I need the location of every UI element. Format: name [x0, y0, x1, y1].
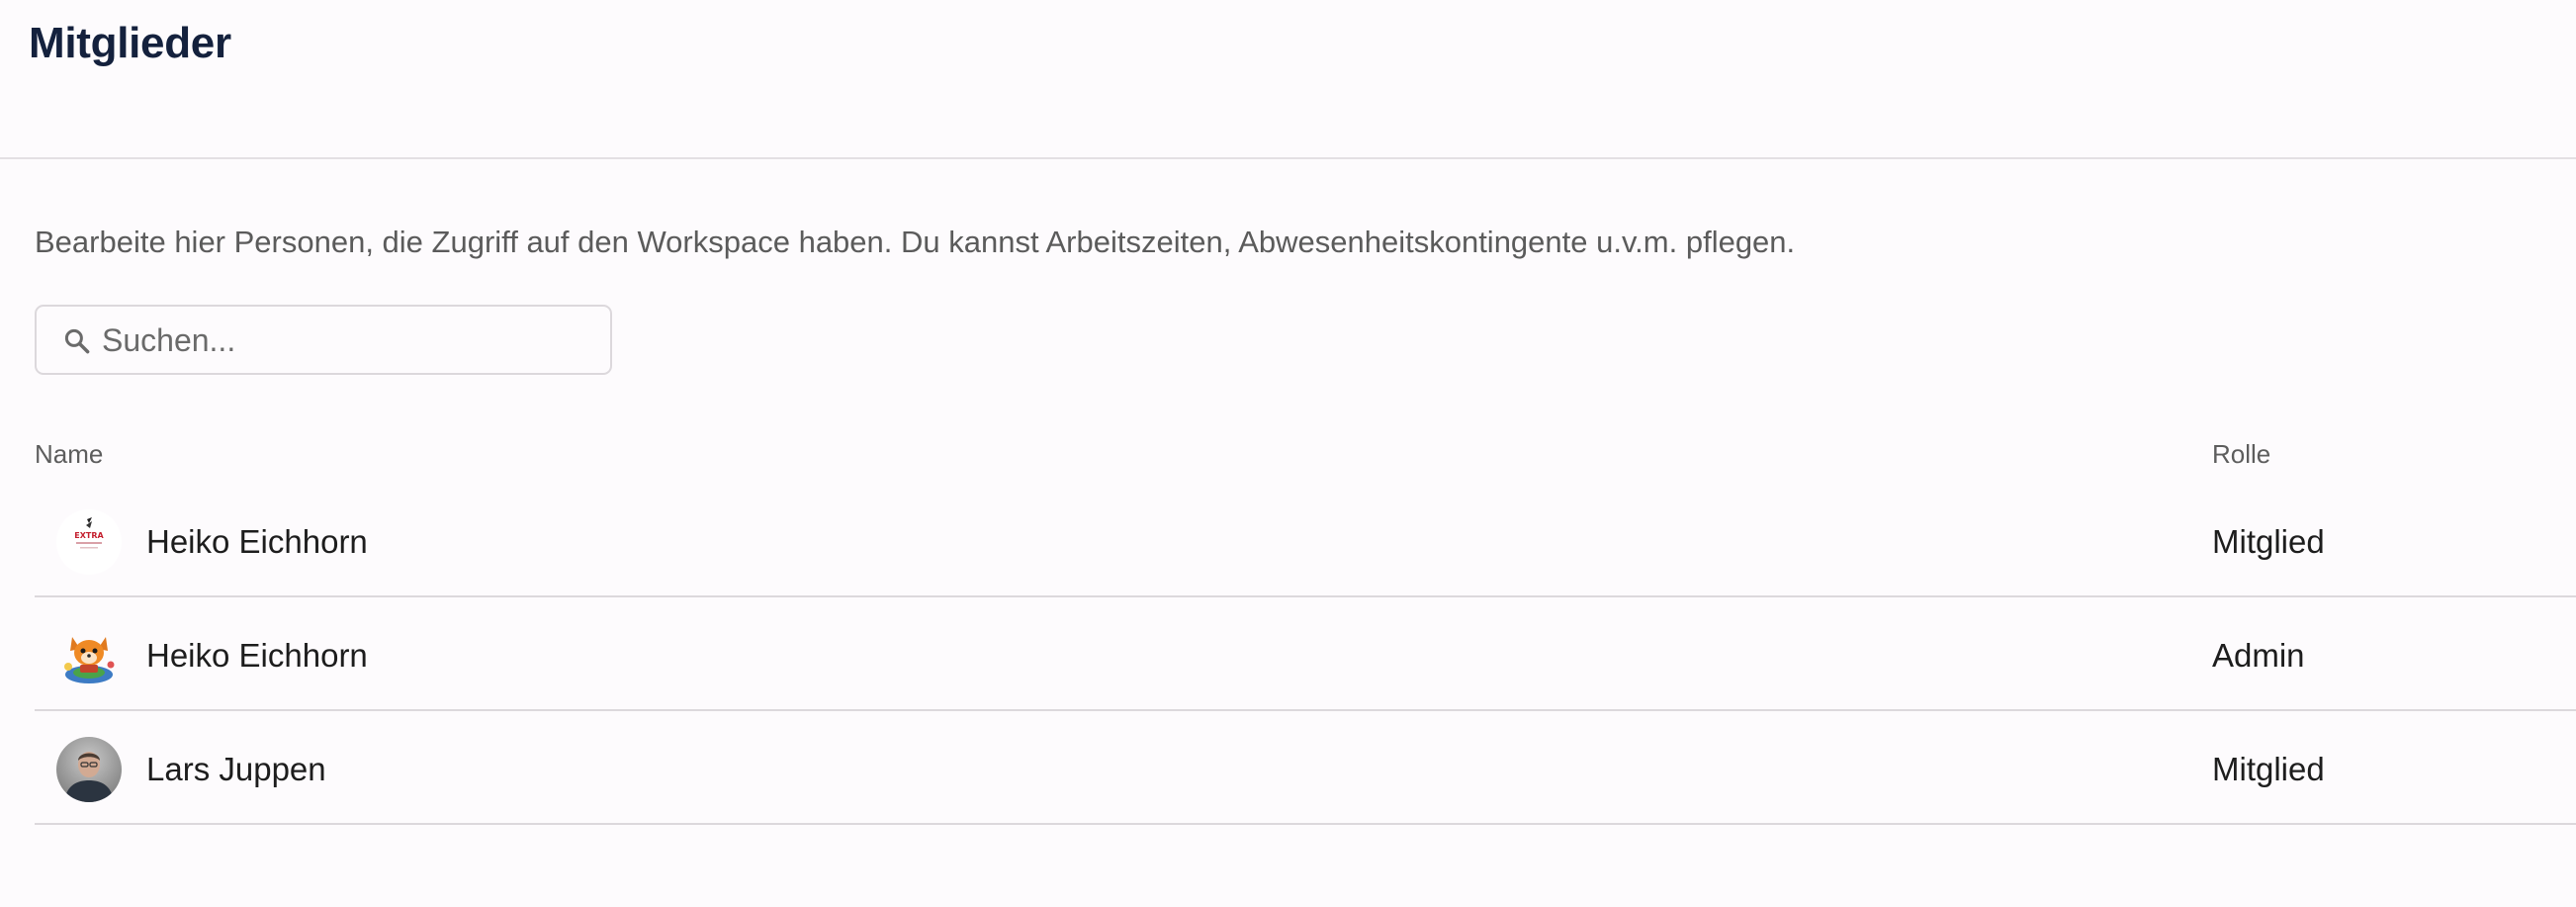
search-box[interactable]	[35, 305, 612, 375]
page-title: Mitglieder	[29, 19, 231, 67]
table-row[interactable]: Heiko Eichhorn Admin	[35, 599, 2576, 711]
search-icon	[64, 328, 90, 354]
search-input[interactable]	[102, 317, 596, 364]
avatar	[56, 737, 122, 802]
page-description: Bearbeite hier Personen, die Zugriff auf…	[35, 225, 1796, 259]
member-role: Mitglied	[2212, 523, 2325, 560]
header-divider	[0, 157, 2576, 159]
table-row[interactable]: Lars Juppen Mitglied	[35, 713, 2576, 825]
avatar	[56, 623, 122, 688]
table-row[interactable]: EXTRA Heiko Eichhorn Mitglied	[35, 486, 2576, 597]
members-page: Mitglieder Bearbeite hier Personen, die …	[0, 0, 2576, 907]
fox-illustration-avatar-icon	[56, 623, 122, 688]
column-header-role[interactable]: Rolle	[2212, 439, 2270, 469]
avatar: EXTRA	[56, 509, 122, 575]
member-name: Lars Juppen	[146, 751, 326, 787]
photo-avatar-icon	[56, 737, 122, 802]
member-name: Heiko Eichhorn	[146, 523, 368, 560]
column-header-name[interactable]: Name	[35, 439, 103, 469]
member-name: Heiko Eichhorn	[146, 637, 368, 674]
member-role: Mitglied	[2212, 751, 2325, 787]
svg-text:EXTRA: EXTRA	[74, 531, 104, 540]
extra-logo-avatar-icon: EXTRA	[56, 509, 122, 575]
member-role: Admin	[2212, 637, 2305, 674]
